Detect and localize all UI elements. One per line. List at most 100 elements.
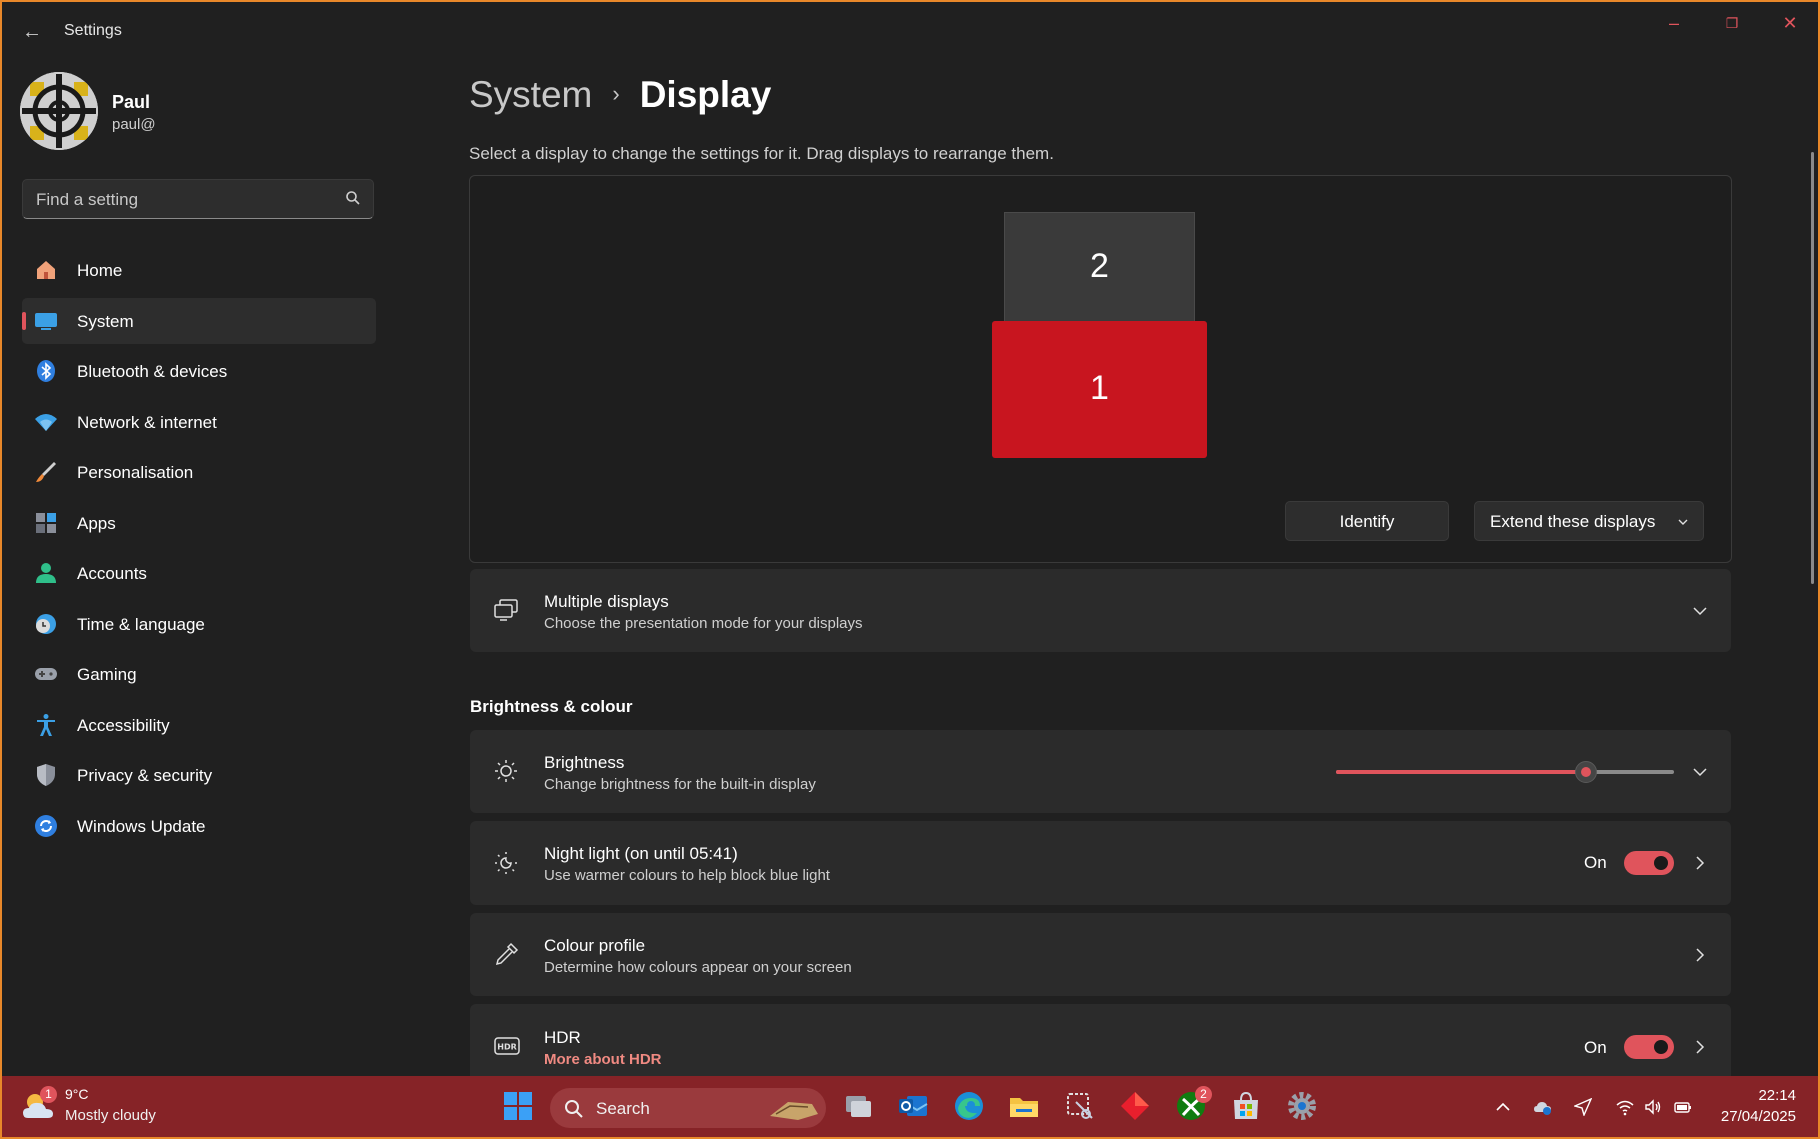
breadcrumb-parent[interactable]: System [469, 74, 592, 115]
brightness-title: Brightness [544, 753, 625, 772]
chevron-right-icon[interactable] [1691, 1038, 1709, 1056]
sidebar-item-privacy-security[interactable]: Privacy & security [22, 752, 376, 798]
colour-profile-subtitle: Determine how colours appear on your scr… [544, 959, 852, 976]
onedrive-icon[interactable] [1534, 1098, 1552, 1116]
brightness-slider-fill [1336, 770, 1587, 774]
colour-profile-card[interactable]: Colour profile Determine how colours app… [470, 913, 1731, 996]
sidebar-item-windows-update[interactable]: Windows Update [22, 803, 376, 849]
diamond-app-icon[interactable] [1119, 1090, 1151, 1122]
sidebar-item-system[interactable]: System [22, 297, 376, 344]
display-mode-dropdown[interactable]: Extend these displays [1474, 501, 1704, 541]
search-icon[interactable] [345, 190, 361, 211]
search-icon [565, 1100, 583, 1118]
snipping-tool-icon[interactable] [1064, 1090, 1096, 1122]
brightness-subtitle: Change brightness for the built-in displ… [544, 776, 816, 793]
microsoft-store-icon[interactable] [1230, 1090, 1262, 1122]
settings-gear-icon[interactable] [1286, 1090, 1318, 1122]
xbox-badge: 2 [1195, 1086, 1212, 1103]
night-light-card[interactable]: Night light (on until 05:41) Use warmer … [470, 821, 1731, 905]
title-bar: ← Settings – ❐ ✕ [0, 0, 1820, 64]
sidebar-item-label: Bluetooth & devices [77, 362, 228, 381]
start-button-icon[interactable] [502, 1090, 534, 1122]
update-icon [34, 814, 58, 838]
wifi-icon[interactable] [1616, 1098, 1634, 1116]
sidebar-item-accounts[interactable]: Accounts [22, 550, 376, 596]
accessibility-icon [34, 713, 58, 737]
multiple-displays-card[interactable]: Multiple displays Choose the presentatio… [470, 569, 1731, 652]
hdr-toggle[interactable] [1624, 1035, 1674, 1059]
brightness-icon [495, 760, 517, 782]
avatar[interactable] [20, 72, 98, 150]
sidebar-item-time-language[interactable]: Time & language [22, 601, 376, 647]
brightness-card[interactable]: Brightness Change brightness for the bui… [470, 730, 1731, 813]
scrollbar[interactable] [1811, 152, 1814, 584]
breadcrumb: System › Display [469, 74, 771, 116]
identify-button[interactable]: Identify [1285, 501, 1449, 541]
colour-profile-title: Colour profile [544, 936, 646, 955]
taskbar-search-label: Search [596, 1099, 650, 1118]
section-heading-brightness-colour: Brightness & colour [470, 697, 633, 716]
back-arrow-icon[interactable]: ← [18, 18, 46, 46]
svg-text:HDR: HDR [497, 1043, 517, 1052]
page-title: Display [639, 74, 772, 115]
volume-icon[interactable] [1644, 1098, 1662, 1116]
sidebar-item-label: Accessibility [77, 715, 170, 735]
taskbar-search[interactable]: Search [550, 1088, 826, 1128]
hdr-card[interactable]: HDR HDR More about HDR On [470, 1004, 1731, 1076]
monitor-2-number: 2 [1090, 247, 1109, 285]
brightness-slider[interactable] [1336, 761, 1674, 783]
sidebar-item-accessibility[interactable]: Accessibility [22, 702, 376, 748]
wifi-icon [34, 410, 58, 434]
sidebar-item-personalisation[interactable]: Personalisation [22, 449, 376, 495]
sidebar-item-label: Gaming [77, 665, 137, 684]
shield-icon [34, 763, 58, 787]
chevron-right-icon[interactable] [1691, 946, 1709, 964]
chevron-down-icon[interactable] [1691, 602, 1709, 620]
sidebar-item-apps[interactable]: Apps [22, 500, 376, 546]
night-light-subtitle: Use warmer colours to help block blue li… [544, 867, 830, 884]
battery-icon[interactable] [1674, 1098, 1692, 1116]
sidebar-item-label: Personalisation [77, 463, 194, 482]
chevron-right-icon[interactable] [1691, 854, 1709, 872]
gamepad-icon [34, 662, 58, 686]
monitor-1-number: 1 [1090, 369, 1109, 407]
monitor-1[interactable]: 1 [992, 321, 1207, 458]
weather-temperature: 9°C [65, 1086, 89, 1102]
close-button[interactable]: ✕ [1770, 10, 1810, 36]
display-mode-label: Extend these displays [1490, 512, 1656, 531]
taskbar-time[interactable]: 22:14 [1758, 1087, 1796, 1104]
night-light-state: On [1584, 853, 1607, 872]
file-explorer-icon[interactable] [1008, 1090, 1040, 1122]
location-icon[interactable] [1574, 1098, 1592, 1116]
task-view-icon[interactable] [842, 1090, 874, 1122]
edge-icon[interactable] [953, 1090, 985, 1122]
user-profile[interactable]: Paul paul@ [20, 72, 380, 152]
monitor-2[interactable]: 2 [1004, 212, 1195, 322]
hdr-title: HDR [544, 1028, 581, 1047]
chevron-up-icon[interactable] [1494, 1098, 1512, 1116]
minimize-button[interactable]: – [1654, 10, 1694, 36]
sidebar-item-home[interactable]: Home [22, 247, 376, 293]
taskbar-date[interactable]: 27/04/2025 [1721, 1108, 1796, 1125]
accounts-icon [34, 561, 58, 585]
brush-icon [34, 460, 58, 484]
search-input[interactable]: Find a setting [22, 179, 374, 219]
sidebar-item-network[interactable]: Network & internet [22, 399, 376, 445]
sidebar-item-bluetooth[interactable]: Bluetooth & devices [22, 348, 376, 394]
sidebar-item-label: Windows Update [77, 816, 206, 836]
hdr-more-link[interactable]: More about HDR [544, 1051, 662, 1068]
hdr-icon: HDR [494, 1037, 520, 1055]
search-placeholder: Find a setting [36, 190, 139, 209]
restore-button[interactable]: ❐ [1712, 10, 1752, 36]
system-icon [34, 309, 58, 333]
brightness-slider-thumb[interactable] [1575, 761, 1598, 783]
search-highlight-icon [770, 1102, 818, 1120]
night-light-title: Night light (on until 05:41) [544, 844, 738, 863]
chevron-down-icon[interactable] [1691, 763, 1709, 781]
night-light-toggle[interactable] [1624, 851, 1674, 875]
bluetooth-icon [34, 359, 58, 383]
sidebar-item-gaming[interactable]: Gaming [22, 651, 376, 697]
sidebar-item-label: Accounts [77, 564, 147, 583]
sidebar-item-label: Apps [77, 513, 116, 533]
outlook-icon[interactable] [897, 1090, 929, 1122]
